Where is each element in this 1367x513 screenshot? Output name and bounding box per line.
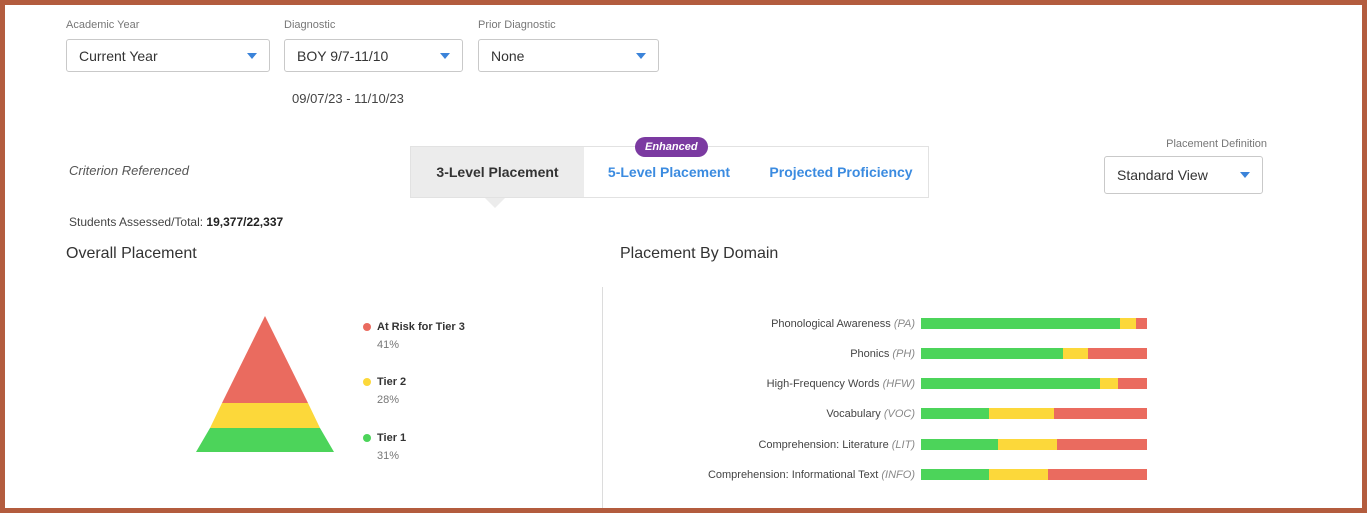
red-dot-icon — [363, 323, 371, 331]
academic-year-label: Academic Year — [66, 19, 140, 31]
legend-tier1-pct: 31% — [377, 450, 400, 462]
legend-tier1-name: Tier 1 — [377, 432, 407, 444]
bar-segment-tier2 — [988, 469, 1048, 480]
placement-by-domain-title: Placement By Domain — [620, 245, 779, 262]
domain-stacked-bar[interactable] — [921, 469, 1147, 480]
academic-year-value: Current Year — [79, 47, 158, 64]
bar-segment-tier3 — [1135, 318, 1147, 329]
tab-projected-proficiency[interactable]: Projected Proficiency — [754, 147, 928, 197]
legend-tier1: Tier 1 31% — [363, 432, 406, 462]
domain-label: High-Frequency Words (HFW) — [610, 378, 921, 390]
domain-label: Comprehension: Informational Text (INFO) — [610, 469, 921, 481]
yellow-dot-icon — [363, 378, 371, 386]
legend-tier2: Tier 2 28% — [363, 376, 406, 406]
prior-diagnostic-label: Prior Diagnostic — [478, 19, 556, 31]
domain-name: Vocabulary — [826, 407, 881, 420]
domain-name: Comprehension: Literature — [758, 438, 889, 451]
enhanced-badge: Enhanced — [635, 137, 708, 157]
bar-segment-tier3 — [1054, 408, 1147, 419]
domain-stacked-bar[interactable] — [921, 408, 1147, 419]
domain-row: High-Frequency Words (HFW) — [610, 377, 1153, 390]
pyramid-tier3-segment[interactable] — [222, 316, 308, 403]
placement-definition-label: Placement Definition — [1166, 138, 1267, 150]
bar-segment-tier3 — [1117, 378, 1147, 389]
domain-abbr: (LIT) — [891, 438, 915, 451]
domain-row: Phonics (PH) — [610, 347, 1153, 360]
domain-abbr: (INFO) — [881, 468, 915, 481]
bar-segment-tier2 — [1063, 348, 1089, 359]
diagnostic-date-range: 09/07/23 - 11/10/23 — [292, 91, 404, 106]
domain-stacked-bar[interactable] — [921, 439, 1147, 450]
prior-diagnostic-select[interactable]: None — [478, 39, 659, 72]
prior-diagnostic-value: None — [491, 47, 525, 64]
domain-abbr: (HFW) — [882, 377, 915, 390]
domain-abbr: (PH) — [892, 347, 915, 360]
bar-segment-tier3 — [1088, 348, 1147, 359]
overall-placement-title: Overall Placement — [66, 245, 197, 262]
bar-segment-tier2 — [1119, 318, 1136, 329]
chevron-down-icon — [1240, 172, 1250, 178]
bar-segment-tier3 — [1056, 439, 1147, 450]
bar-segment-tier2 — [997, 439, 1057, 450]
bar-segment-tier1 — [921, 318, 1120, 329]
domain-name: High-Frequency Words — [766, 377, 880, 390]
green-dot-icon — [363, 434, 371, 442]
pyramid-tier1-segment[interactable] — [196, 428, 334, 452]
students-assessed-label: Students Assessed/Total: — [69, 215, 207, 229]
bar-segment-tier1 — [921, 469, 989, 480]
students-assessed: Students Assessed/Total: 19,377/22,337 — [69, 215, 283, 229]
legend-tier3-name: At Risk for Tier 3 — [377, 321, 465, 333]
academic-year-select[interactable]: Current Year — [66, 39, 270, 72]
diagnostic-label: Diagnostic — [284, 19, 336, 31]
legend-tier3-pct: 41% — [377, 339, 400, 351]
bar-segment-tier1 — [921, 348, 1064, 359]
bar-segment-tier1 — [921, 378, 1100, 389]
domain-row: Vocabulary (VOC) — [610, 407, 1153, 420]
domain-stacked-bar[interactable] — [921, 318, 1147, 329]
pyramid-tier2-segment[interactable] — [210, 403, 320, 428]
chevron-down-icon — [440, 52, 450, 59]
placement-definition-select[interactable]: Standard View — [1104, 156, 1263, 194]
chevron-down-icon — [636, 52, 646, 59]
report-frame: Academic Year Current Year Diagnostic BO… — [5, 5, 1362, 508]
bar-segment-tier2 — [988, 408, 1055, 419]
domain-row: Comprehension: Informational Text (INFO) — [610, 468, 1153, 481]
bar-segment-tier1 — [921, 439, 998, 450]
diagnostic-select[interactable]: BOY 9/7-11/10 — [284, 39, 463, 72]
domain-row: Phonological Awareness (PA) — [610, 317, 1153, 330]
placement-pyramid — [196, 316, 334, 452]
domain-label: Phonological Awareness (PA) — [610, 318, 921, 330]
legend-tier2-pct: 28% — [377, 394, 400, 406]
active-tab-pointer — [485, 198, 505, 208]
section-divider — [602, 287, 603, 508]
domain-stacked-bar[interactable] — [921, 378, 1147, 389]
domain-name: Comprehension: Informational Text — [707, 468, 879, 481]
bar-segment-tier1 — [921, 408, 989, 419]
domain-label: Phonics (PH) — [610, 348, 921, 360]
placement-definition-value: Standard View — [1117, 167, 1208, 183]
domain-name: Phonics — [850, 347, 890, 360]
domain-label: Vocabulary (VOC) — [610, 408, 921, 420]
legend-tier3: At Risk for Tier 3 41% — [363, 321, 465, 351]
criterion-label: Criterion Referenced — [69, 163, 189, 178]
domain-abbr: (VOC) — [883, 407, 915, 420]
domain-stacked-bar[interactable] — [921, 348, 1147, 359]
tab-3-level-placement[interactable]: 3-Level Placement — [411, 147, 584, 197]
domain-abbr: (PA) — [893, 317, 915, 330]
diagnostic-value: BOY 9/7-11/10 — [297, 47, 389, 64]
domain-name: Phonological Awareness — [771, 317, 891, 330]
legend-tier2-name: Tier 2 — [377, 376, 407, 388]
bar-segment-tier3 — [1047, 469, 1147, 480]
chevron-down-icon — [247, 52, 257, 59]
students-assessed-value: 19,377/22,337 — [206, 215, 284, 229]
bar-segment-tier2 — [1099, 378, 1118, 389]
domain-label: Comprehension: Literature (LIT) — [610, 439, 921, 451]
domain-row: Comprehension: Literature (LIT) — [610, 438, 1153, 451]
